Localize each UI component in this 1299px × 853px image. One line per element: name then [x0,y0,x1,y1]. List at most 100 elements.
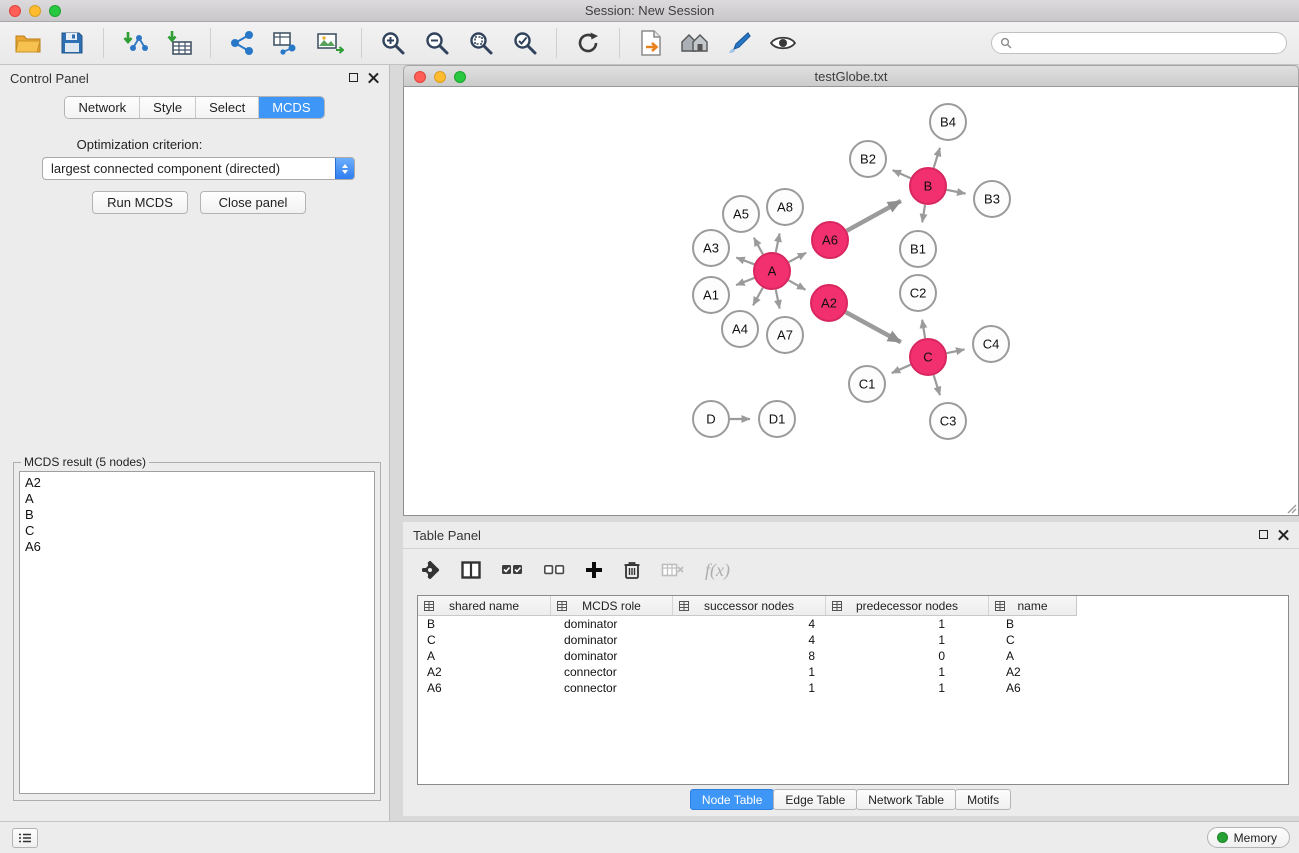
graph-node-C3[interactable]: C3 [930,403,966,439]
graph-edge-A-A3[interactable] [736,258,754,265]
home-button[interactable] [677,26,713,60]
graph-node-A3[interactable]: A3 [693,230,729,266]
graph-edge-A-A6[interactable] [789,253,806,262]
search-field[interactable] [991,32,1287,54]
column-header-MCDS-role[interactable]: MCDS role [551,596,673,615]
zoom-fit-button[interactable] [463,26,499,60]
run-mcds-button[interactable]: Run MCDS [92,191,188,214]
graph-node-D1[interactable]: D1 [759,401,795,437]
table-row[interactable]: Adominator80A [418,648,1288,664]
network-window-titlebar[interactable]: testGlobe.txt [403,65,1299,87]
search-input[interactable] [1018,36,1278,50]
graph-node-C4[interactable]: C4 [973,326,1009,362]
graph-edge-C-C2[interactable] [922,320,925,339]
zoom-in-button[interactable] [375,26,411,60]
import-table-button[interactable] [161,26,197,60]
save-session-button[interactable] [54,26,90,60]
apply-layout-button[interactable] [570,26,606,60]
node-table[interactable]: shared nameMCDS rolesuccessor nodesprede… [417,595,1289,785]
network-graph[interactable]: B4 B2 B B3 A5A8A6 B1 A3 A C2 A1 A2 A4A7 C4 C C1 C3 D D1 [404,87,1298,514]
graph-edge-A-A5[interactable] [754,238,763,255]
network-canvas[interactable]: B4 B2 B B3 A5A8A6 B1 A3 A C2 A1 A2 A4A7 C4 C C1 C3 D D1 [403,87,1299,516]
table-row[interactable]: Bdominator41B [418,616,1288,632]
graph-edge-B-B3[interactable] [947,190,966,194]
graph-node-A5[interactable]: A5 [723,196,759,232]
task-history-button[interactable] [12,828,38,848]
column-header-successor-nodes[interactable]: successor nodes [673,596,826,615]
column-header-name[interactable]: name [989,596,1076,615]
memory-button[interactable]: Memory [1207,827,1290,848]
graph-node-B4[interactable]: B4 [930,104,966,140]
add-column-button[interactable] [585,557,603,583]
zoom-selected-button[interactable] [507,26,543,60]
graph-node-B2[interactable]: B2 [850,141,886,177]
new-network-button[interactable] [224,26,260,60]
graph-edge-A-A1[interactable] [736,278,754,285]
table-tab-edge-table[interactable]: Edge Table [773,789,857,810]
graph-edge-C-C4[interactable] [947,349,965,353]
graph-edge-B-B2[interactable] [893,170,911,178]
close-panel-button[interactable]: Close panel [200,191,306,214]
graph-node-A7[interactable]: A7 [767,317,803,353]
control-panel-tab-style[interactable]: Style [140,97,196,118]
control-panel-tab-network[interactable]: Network [65,97,140,118]
graph-edge-A-A7[interactable] [776,290,780,309]
graph-node-C[interactable]: C [910,339,946,375]
column-header-shared-name[interactable]: shared name [418,596,551,615]
select-all-icon [501,562,523,578]
column-header-predecessor-nodes[interactable]: predecessor nodes [826,596,989,615]
table-row[interactable]: A6connector11A6 [418,680,1288,696]
function-builder-button-disabled: f(x) [705,560,730,581]
graph-edge-B-B4[interactable] [934,148,940,168]
export-document-button[interactable] [633,26,669,60]
table-cell: C [989,632,1076,648]
zoom-out-button[interactable] [419,26,455,60]
graph-node-A1[interactable]: A1 [693,277,729,313]
graph-edge-C-C1[interactable] [892,365,911,373]
graph-node-A4[interactable]: A4 [722,311,758,347]
graph-edge-A-A8[interactable] [776,233,780,252]
network-table-button[interactable] [268,26,304,60]
graph-edge-B-B1[interactable] [922,205,925,223]
table-tab-motifs[interactable]: Motifs [955,789,1011,810]
float-table-panel-icon[interactable] [1259,530,1268,539]
graph-edge-A2-C[interactable] [846,312,901,342]
float-panel-icon[interactable] [349,73,358,82]
graph-edge-A6-B[interactable] [847,201,901,231]
table-tab-node-table[interactable]: Node Table [690,789,775,810]
graph-node-C1[interactable]: C1 [849,366,885,402]
control-panel-tab-select[interactable]: Select [196,97,259,118]
graph-node-B3[interactable]: B3 [974,181,1010,217]
graph-node-C2[interactable]: C2 [900,275,936,311]
control-panel-tab-mcds[interactable]: MCDS [259,97,323,118]
table-row[interactable]: A2connector11A2 [418,664,1288,680]
deselect-all-button[interactable] [543,557,565,583]
show-hide-button[interactable] [765,26,801,60]
select-all-button[interactable] [501,557,523,583]
table-row[interactable]: Cdominator41C [418,632,1288,648]
close-panel-icon[interactable] [368,72,379,83]
graph-edge-A-A2[interactable] [789,280,806,289]
table-tab-network-table[interactable]: Network Table [856,789,956,810]
graph-node-D[interactable]: D [693,401,729,437]
graph-node-A[interactable]: A [754,253,790,289]
close-table-panel-icon[interactable] [1278,529,1289,540]
graph-edge-C-C3[interactable] [934,375,940,395]
table-panel-title: Table Panel [413,528,481,543]
graph-node-B1[interactable]: B1 [900,231,936,267]
graph-node-B[interactable]: B [910,168,946,204]
style-brush-button[interactable] [721,26,757,60]
graph-node-A8[interactable]: A8 [767,189,803,225]
resize-grip-icon[interactable] [1285,502,1297,514]
table-settings-button[interactable] [419,557,441,583]
show-columns-button[interactable] [461,557,481,583]
graph-node-A6[interactable]: A6 [812,222,848,258]
open-session-button[interactable] [10,26,46,60]
criterion-dropdown[interactable]: largest connected component (directed) [42,157,355,180]
import-network-button[interactable] [117,26,153,60]
delete-column-button[interactable] [623,557,641,583]
graph-node-A2[interactable]: A2 [811,285,847,321]
export-image-button[interactable] [312,26,348,60]
mcds-result-list[interactable]: A2ABCA6 [19,471,375,794]
graph-edge-A-A4[interactable] [753,288,763,306]
